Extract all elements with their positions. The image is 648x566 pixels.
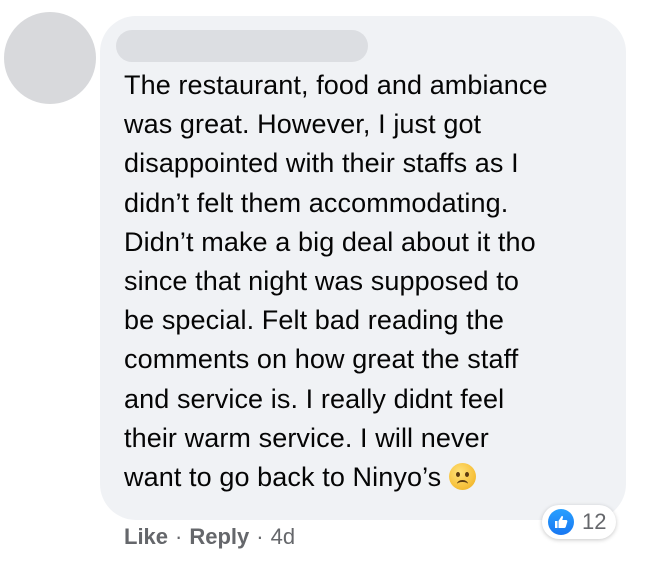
frowning-face-emoji-icon xyxy=(449,463,477,491)
reactions-summary[interactable]: 12 xyxy=(542,505,617,539)
like-button[interactable]: Like xyxy=(124,524,168,550)
comment-text: The restaurant, food and ambiance was gr… xyxy=(124,66,610,497)
separator-dot: · xyxy=(256,524,264,549)
reaction-count: 12 xyxy=(582,509,607,534)
thumbs-up-icon xyxy=(548,509,574,535)
comment: The restaurant, food and ambiance was gr… xyxy=(0,0,648,566)
comment-actions: Like · Reply · 4d xyxy=(124,524,295,550)
comment-body: The restaurant, food and ambiance was gr… xyxy=(124,70,548,493)
reply-button[interactable]: Reply xyxy=(189,524,249,550)
comment-bubble: The restaurant, food and ambiance was gr… xyxy=(100,16,626,520)
separator-dot: · xyxy=(175,524,183,549)
timestamp[interactable]: 4d xyxy=(271,524,295,550)
avatar[interactable] xyxy=(4,12,96,104)
author-name-redacted[interactable] xyxy=(116,30,368,62)
